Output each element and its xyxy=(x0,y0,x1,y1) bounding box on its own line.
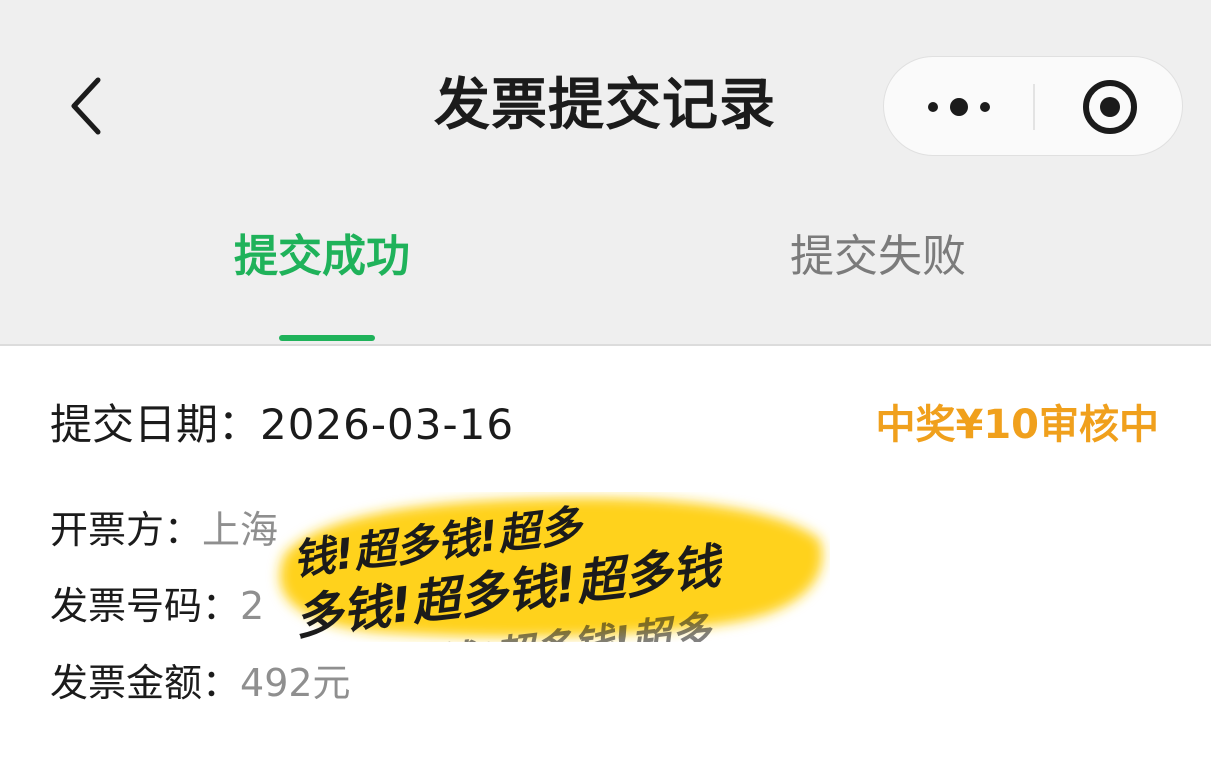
invoice-amount-row: 发票金额：492元 xyxy=(50,655,351,711)
invoice-number-label: 发票号码： xyxy=(50,584,241,628)
submit-date-row: 提交日期：2026-03-16 xyxy=(50,395,514,455)
record-close-icon xyxy=(1083,80,1137,134)
sticker-text-line-3: 钱!超多钱!超多 xyxy=(433,608,716,642)
submit-date-value: 2026-03-16 xyxy=(260,400,515,449)
mini-program-capsule xyxy=(883,56,1183,156)
chevron-left-icon xyxy=(71,77,101,135)
more-dots-icon xyxy=(928,98,990,116)
header-divider xyxy=(0,344,1211,346)
top-navigation-area: 发票提交记录 提交成功 提交失败 xyxy=(0,0,1211,345)
active-tab-indicator xyxy=(279,335,375,341)
invoice-amount-value: 492元 xyxy=(240,661,351,705)
page-title: 发票提交记录 xyxy=(434,73,776,138)
more-button[interactable] xyxy=(909,57,1029,157)
invoice-amount-label: 发票金额： xyxy=(50,661,241,705)
submit-date-label: 提交日期： xyxy=(50,400,261,449)
back-button[interactable] xyxy=(66,76,110,136)
issuer-row: 开票方：上海 xyxy=(50,502,278,558)
close-button[interactable] xyxy=(1059,57,1169,157)
sticker-text-line-1: 钱!超多钱!超多 xyxy=(290,500,587,584)
capsule-divider xyxy=(1033,84,1035,130)
tab-submit-success[interactable]: 提交成功 xyxy=(234,222,410,292)
invoice-number-row: 发票号码：2 xyxy=(50,578,264,634)
redaction-sticker: 钱!超多钱!超多 多钱!超多钱!超多钱 钱!超多钱!超多 xyxy=(279,497,823,642)
invoice-number-value: 2 xyxy=(240,584,265,628)
sticker-text-line-2: 多钱!超多钱!超多钱 xyxy=(292,538,728,642)
status-badge: 中奖¥10审核中 xyxy=(875,402,1160,448)
issuer-value: 上海 xyxy=(202,508,279,552)
tab-submit-failed[interactable]: 提交失败 xyxy=(790,222,966,292)
issuer-label: 开票方： xyxy=(50,508,203,552)
